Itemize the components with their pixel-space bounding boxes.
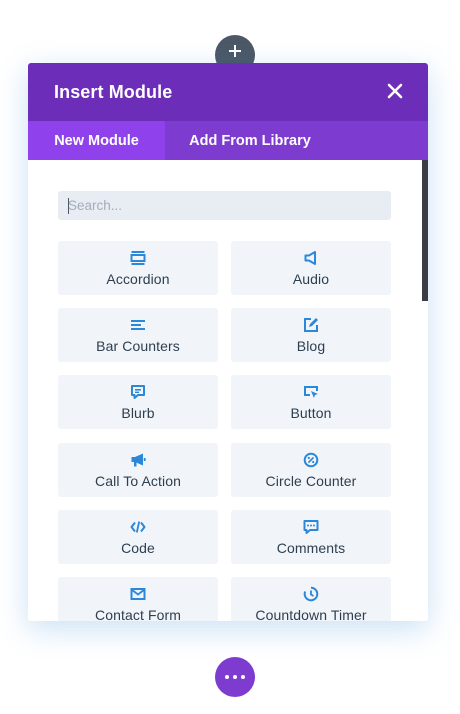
module-label: Accordion (106, 271, 170, 287)
module-tile-comments[interactable]: Comments (231, 510, 391, 564)
module-label: Comments (276, 540, 346, 556)
text-caret (68, 198, 69, 214)
module-tile-button[interactable]: Button (231, 375, 391, 429)
more-options-button[interactable] (215, 657, 255, 697)
tab-add-from-library[interactable]: Add From Library (165, 121, 335, 160)
module-tile-blurb[interactable]: Blurb (58, 375, 218, 429)
module-tile-code[interactable]: Code (58, 510, 218, 564)
scrollbar[interactable] (422, 160, 428, 301)
insert-module-dialog: Insert Module New Module Add From Librar… (28, 63, 428, 621)
dialog-tabs: New Module Add From Library (28, 121, 428, 160)
accordion-icon (130, 251, 146, 265)
search-input[interactable] (58, 191, 391, 220)
module-tile-accordion[interactable]: Accordion (58, 241, 218, 295)
module-tile-call-to-action[interactable]: Call To Action (58, 443, 218, 497)
module-tile-bar-counters[interactable]: Bar Counters (58, 308, 218, 362)
module-tile-contact-form[interactable]: Contact Form (58, 577, 218, 621)
audio-icon (304, 251, 316, 265)
more-icon-dot (225, 675, 229, 679)
tab-new-module[interactable]: New Module (28, 121, 165, 160)
more-icon-dot (241, 675, 245, 679)
blog-icon (304, 318, 318, 332)
plus-icon (229, 45, 241, 57)
module-label: Blog (296, 338, 326, 354)
dialog-title: Insert Module (54, 82, 173, 102)
module-label: Countdown Timer (255, 607, 367, 621)
module-label: Audio (292, 271, 330, 287)
blurb-icon (131, 385, 145, 399)
code-icon (130, 521, 146, 533)
comments-icon (303, 520, 319, 534)
module-label: Call To Action (95, 473, 181, 489)
module-label: Button (290, 405, 332, 421)
module-list-panel: Accordion Audio Bar Counters (28, 160, 428, 621)
module-tile-countdown-timer[interactable]: Countdown Timer (231, 577, 391, 621)
module-tile-circle-counter[interactable]: Circle Counter (231, 443, 391, 497)
module-label: Bar Counters (96, 338, 180, 354)
module-label: Blurb (121, 405, 155, 421)
megaphone-icon (131, 453, 146, 467)
close-icon[interactable] (386, 82, 404, 100)
button-icon (304, 386, 318, 398)
circle-counter-icon (303, 452, 319, 468)
module-label: Circle Counter (265, 473, 357, 489)
module-tile-audio[interactable]: Audio (231, 241, 391, 295)
module-tile-blog[interactable]: Blog (231, 308, 391, 362)
search-field[interactable] (58, 191, 391, 220)
module-label: Code (121, 540, 155, 556)
bar-counters-icon (131, 320, 145, 330)
dialog-header: Insert Module (28, 63, 428, 121)
module-label: Contact Form (95, 607, 181, 621)
clock-icon (303, 586, 319, 602)
envelope-icon (130, 588, 146, 600)
more-icon-dot (233, 675, 237, 679)
